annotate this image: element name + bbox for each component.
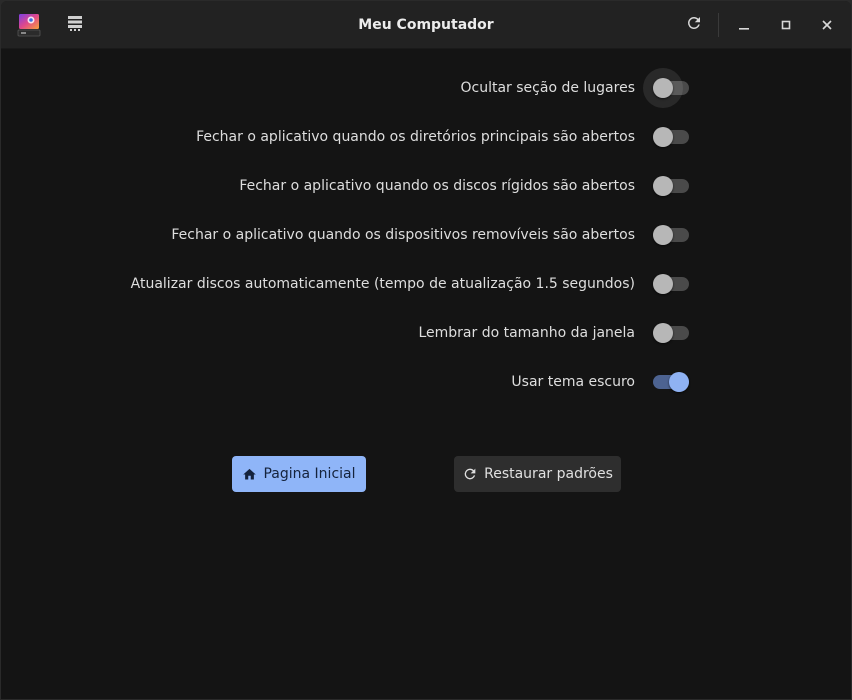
home-button[interactable]: Pagina Inicial	[232, 456, 366, 492]
drives-list-icon	[67, 15, 83, 35]
titlebar: Meu Computador	[1, 1, 851, 49]
setting-label: Fechar o aplicativo quando os diretórios…	[196, 129, 635, 145]
titlebar-separator	[718, 13, 719, 37]
toggle-knob	[653, 176, 673, 196]
toggle-auto-refresh[interactable]	[653, 274, 689, 294]
setting-row-auto-refresh: Atualizar discos automaticamente (tempo …	[1, 269, 851, 299]
setting-row-close-on-home-dirs: Fechar o aplicativo quando os diretórios…	[1, 122, 851, 152]
toggle-knob	[653, 225, 673, 245]
toggle-close-on-home-dirs[interactable]	[653, 127, 689, 147]
toggle-remember-size[interactable]	[653, 323, 689, 343]
toggle-close-on-hard-disks[interactable]	[653, 176, 689, 196]
settings-panel: Ocultar seção de lugares Fechar o aplica…	[1, 49, 851, 699]
toggle-knob	[653, 78, 673, 98]
restore-icon	[462, 466, 478, 482]
restore-defaults-button[interactable]: Restaurar padrões	[454, 456, 621, 492]
setting-row-close-on-hard-disks: Fechar o aplicativo quando os discos ríg…	[1, 171, 851, 201]
maximize-button[interactable]	[770, 9, 802, 41]
toggle-knob	[653, 323, 673, 343]
toggle-knob	[669, 372, 689, 392]
setting-row-dark-theme: Usar tema escuro	[1, 367, 851, 397]
setting-label: Fechar o aplicativo quando os discos ríg…	[239, 178, 635, 194]
toggle-dark-theme[interactable]	[653, 372, 689, 392]
home-icon	[242, 467, 257, 482]
setting-label: Usar tema escuro	[511, 374, 635, 390]
setting-label: Fechar o aplicativo quando os dispositiv…	[171, 227, 635, 243]
setting-row-close-on-removable: Fechar o aplicativo quando os dispositiv…	[1, 220, 851, 250]
setting-row-hide-places: Ocultar seção de lugares	[1, 68, 851, 108]
maximize-icon	[780, 16, 792, 35]
setting-label: Ocultar seção de lugares	[460, 80, 636, 96]
setting-row-remember-size: Lembrar do tamanho da janela	[1, 318, 851, 348]
toggle-close-on-removable[interactable]	[653, 225, 689, 245]
toggle-knob	[653, 274, 673, 294]
setting-label: Lembrar do tamanho da janela	[418, 325, 635, 341]
toggle-knob	[653, 127, 673, 147]
setting-label: Atualizar discos automaticamente (tempo …	[130, 276, 635, 292]
close-button[interactable]	[811, 9, 843, 41]
window-title: Meu Computador	[358, 17, 494, 33]
restore-button-label: Restaurar padrões	[484, 466, 613, 482]
close-icon	[821, 16, 833, 35]
minimize-button[interactable]	[728, 9, 760, 41]
drives-list-button[interactable]	[59, 9, 91, 41]
minimize-icon	[738, 16, 750, 35]
refresh-icon	[685, 14, 703, 36]
refresh-button[interactable]	[678, 9, 710, 41]
app-logo-icon	[13, 9, 45, 41]
toggle-hide-places[interactable]	[643, 68, 689, 108]
home-button-label: Pagina Inicial	[263, 466, 356, 482]
app-window: Meu Computador Ocultar seção de lugares …	[1, 1, 851, 699]
